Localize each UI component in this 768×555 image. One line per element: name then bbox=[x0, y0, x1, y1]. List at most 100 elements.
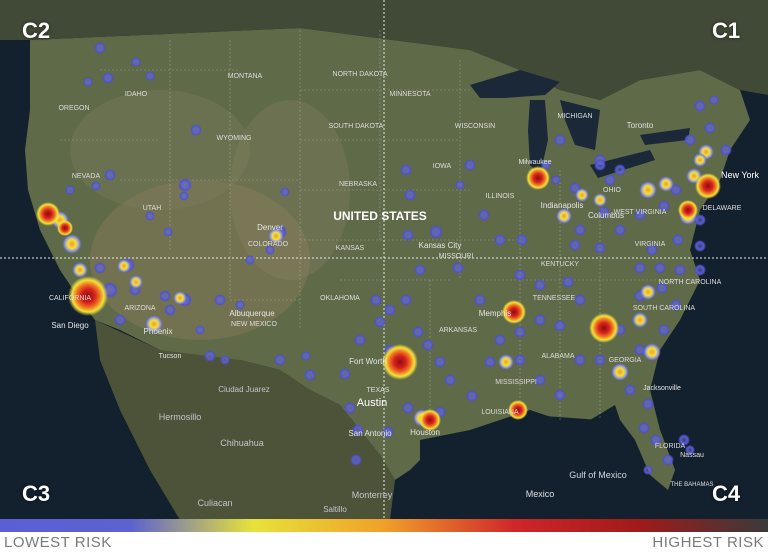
state-label: OHIO bbox=[603, 187, 621, 194]
new-york-label: New York bbox=[721, 170, 760, 180]
high-risk-hotspot bbox=[57, 220, 73, 236]
low-risk-hotspot bbox=[163, 227, 173, 237]
high-risk-hotspot bbox=[589, 313, 619, 343]
state-label: WISCONSIN bbox=[455, 123, 495, 130]
low-risk-hotspot bbox=[514, 326, 526, 338]
low-risk-hotspot bbox=[414, 264, 426, 276]
low-risk-hotspot bbox=[429, 225, 443, 239]
jacksonville-label: Jacksonville bbox=[643, 385, 681, 392]
indianapolis-label: Indianapolis bbox=[541, 201, 584, 210]
low-risk-hotspot bbox=[400, 164, 412, 176]
low-risk-hotspot bbox=[204, 350, 216, 362]
quadrant-c1-label: C1 bbox=[712, 18, 741, 43]
low-risk-hotspot bbox=[694, 264, 706, 276]
low-risk-hotspot bbox=[662, 454, 674, 466]
low-risk-hotspot bbox=[514, 269, 526, 281]
legend-low-label: LOWEST RISK bbox=[4, 534, 112, 551]
ciudad-juarez-label: Ciudad Juarez bbox=[218, 385, 270, 394]
state-label: MISSISSIPPI bbox=[495, 379, 537, 386]
low-risk-hotspot bbox=[339, 368, 351, 380]
risk-heatmap: MONTANA NORTH DAKOTA SOUTH DAKOTA MINNESOTA… bbox=[0, 0, 768, 520]
low-risk-hotspot bbox=[554, 389, 566, 401]
phoenix-label: Phoenix bbox=[144, 327, 173, 336]
monterrey-label: Monterrey bbox=[352, 490, 393, 500]
low-risk-hotspot bbox=[65, 185, 75, 195]
state-label: ILLINOIS bbox=[486, 193, 515, 200]
low-risk-hotspot bbox=[594, 354, 606, 366]
low-risk-hotspot bbox=[654, 262, 666, 274]
medium-risk-hotspot bbox=[611, 363, 629, 381]
low-risk-hotspot bbox=[179, 191, 189, 201]
low-risk-hotspot bbox=[145, 71, 155, 81]
state-label: ALABAMA bbox=[541, 353, 574, 360]
state-label: NEBRASKA bbox=[339, 181, 377, 188]
low-risk-hotspot bbox=[694, 100, 706, 112]
low-risk-hotspot bbox=[614, 164, 626, 176]
medium-risk-hotspot bbox=[173, 291, 187, 305]
legend-high-label: HIGHEST RISK bbox=[652, 534, 764, 551]
culiacan-label: Culiacan bbox=[197, 498, 232, 508]
low-risk-hotspot bbox=[574, 294, 586, 306]
gulf-label: Gulf of Mexico bbox=[569, 470, 627, 480]
state-label: VIRGINIA bbox=[635, 241, 666, 248]
low-risk-hotspot bbox=[674, 264, 686, 276]
medium-risk-hotspot bbox=[129, 275, 143, 289]
low-risk-hotspot bbox=[594, 242, 606, 254]
low-risk-hotspot bbox=[554, 134, 566, 146]
state-label: KANSAS bbox=[336, 245, 365, 252]
low-risk-hotspot bbox=[684, 134, 696, 146]
quadrant-c3-label: C3 bbox=[22, 481, 51, 506]
low-risk-hotspot bbox=[195, 325, 205, 335]
state-label: LOUISIANA bbox=[481, 409, 519, 416]
low-risk-hotspot bbox=[94, 262, 106, 274]
san-antonio-label: San Antonio bbox=[348, 429, 392, 438]
low-risk-hotspot bbox=[304, 369, 316, 381]
low-risk-hotspot bbox=[554, 320, 566, 332]
medium-risk-hotspot bbox=[693, 153, 707, 167]
low-risk-hotspot bbox=[145, 211, 155, 221]
country-label: UNITED STATES bbox=[333, 209, 427, 223]
low-risk-hotspot bbox=[274, 354, 286, 366]
low-risk-hotspot bbox=[354, 334, 366, 346]
state-label: UTAH bbox=[143, 205, 162, 212]
quadrant-c2-label: C2 bbox=[22, 18, 51, 43]
low-risk-hotspot bbox=[638, 422, 650, 434]
quadrant-c4-label: C4 bbox=[712, 481, 741, 506]
low-risk-hotspot bbox=[642, 398, 654, 410]
low-risk-hotspot bbox=[83, 77, 93, 87]
state-label: WYOMING bbox=[217, 135, 252, 142]
state-label: MONTANA bbox=[228, 73, 263, 80]
state-label: MICHIGAN bbox=[558, 113, 593, 120]
low-risk-hotspot bbox=[245, 255, 255, 265]
nassau-label: Nassau bbox=[680, 452, 704, 459]
high-risk-hotspot bbox=[382, 344, 418, 380]
low-risk-hotspot bbox=[466, 390, 478, 402]
low-risk-hotspot bbox=[452, 262, 464, 274]
state-label: COLORADO bbox=[248, 241, 289, 248]
tucson-label: Tucson bbox=[159, 353, 182, 360]
low-risk-hotspot bbox=[574, 224, 586, 236]
low-risk-hotspot bbox=[720, 144, 732, 156]
low-risk-hotspot bbox=[350, 454, 362, 466]
low-risk-hotspot bbox=[634, 262, 646, 274]
low-risk-hotspot bbox=[102, 72, 114, 84]
state-label: TEXAS bbox=[367, 387, 390, 394]
low-risk-hotspot bbox=[709, 95, 719, 105]
hermosillo-label: Hermosillo bbox=[159, 412, 202, 422]
medium-risk-hotspot bbox=[498, 354, 514, 370]
columbus-label: Columbus bbox=[588, 211, 624, 220]
low-risk-hotspot bbox=[643, 465, 653, 475]
low-risk-hotspot bbox=[614, 224, 626, 236]
toronto-label: Toronto bbox=[627, 121, 654, 130]
state-label: CALIFORNIA bbox=[49, 295, 91, 302]
low-risk-hotspot bbox=[190, 124, 202, 136]
low-risk-hotspot bbox=[569, 239, 581, 251]
low-risk-hotspot bbox=[562, 276, 574, 288]
low-risk-hotspot bbox=[594, 159, 606, 171]
low-risk-hotspot bbox=[658, 324, 670, 336]
high-risk-hotspot bbox=[678, 200, 698, 220]
state-label: FLORIDA bbox=[655, 443, 686, 450]
high-risk-hotspot bbox=[526, 166, 550, 190]
low-risk-hotspot bbox=[220, 355, 230, 365]
low-risk-hotspot bbox=[402, 229, 414, 241]
